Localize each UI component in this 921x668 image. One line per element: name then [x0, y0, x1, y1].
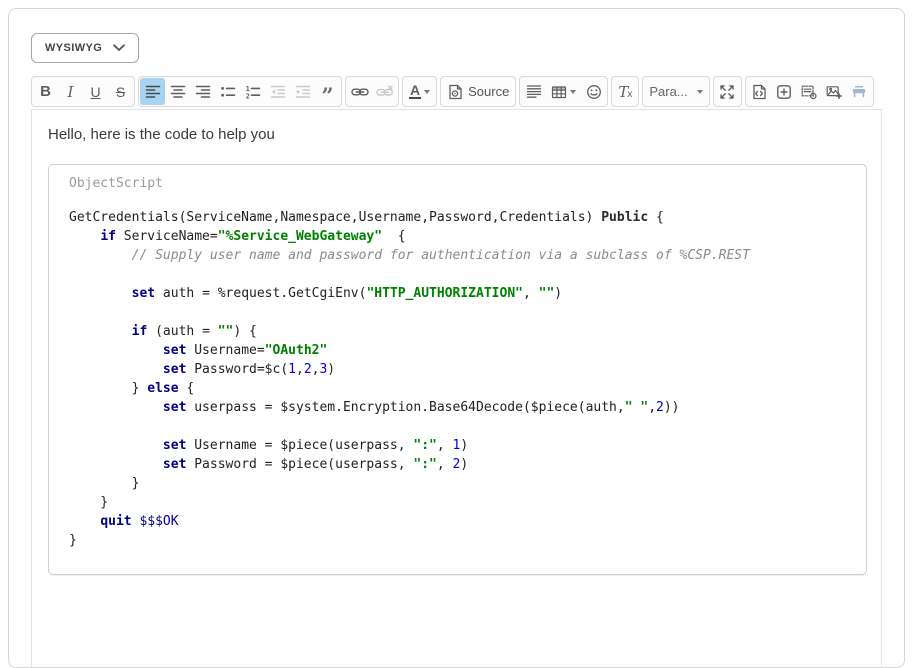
blockquote-icon: ”	[321, 91, 333, 101]
bold-button[interactable]: B	[33, 78, 58, 105]
code-line: set userpass = $system.Encryption.Base64…	[69, 398, 846, 417]
code-line: set Password=$c(1,2,3)	[69, 360, 846, 379]
code-line: set Username="OAuth2"	[69, 341, 846, 360]
strikethrough-button[interactable]: S	[108, 78, 133, 105]
table-caret-icon	[570, 90, 576, 94]
toolbar-group-insert	[519, 76, 608, 107]
align-right-button[interactable]	[190, 78, 215, 105]
insert-image-icon	[826, 84, 842, 100]
code-line	[69, 417, 846, 436]
toolbar-group-source: Source	[440, 76, 516, 107]
maximize-button[interactable]	[715, 78, 740, 105]
remove-format-x: x	[627, 89, 632, 100]
font-color-icon: A	[409, 84, 421, 99]
numbered-list-icon: 12	[245, 84, 261, 100]
mode-selector-label: WYSIWYG	[45, 42, 102, 54]
blockquote-button[interactable]: ”	[315, 78, 340, 105]
toolbar-group-format: Para...	[642, 76, 709, 107]
chevron-down-icon	[113, 44, 125, 52]
code-line: if ServiceName="%Service_WebGateway" {	[69, 227, 846, 246]
font-color-button[interactable]: A	[404, 78, 435, 105]
indent-icon	[295, 84, 311, 100]
strikethrough-icon: S	[116, 84, 125, 100]
greeting-text: Hello, here is the code to help you	[48, 126, 867, 143]
toolbar-group-widgets	[745, 76, 874, 107]
embed-widget-icon	[801, 84, 817, 100]
link-button[interactable]	[347, 78, 372, 105]
svg-text:2: 2	[245, 92, 249, 100]
bulleted-list-button[interactable]	[215, 78, 240, 105]
print-button[interactable]	[847, 78, 872, 105]
align-left-button[interactable]	[140, 78, 165, 105]
unlink-icon	[376, 85, 394, 98]
align-center-icon	[170, 84, 186, 100]
outdent-button[interactable]	[265, 78, 290, 105]
editor-card: WYSIWYG B I U S 12	[8, 8, 905, 668]
paragraph-format-caret-icon	[697, 90, 703, 94]
code-line: set Username = $piece(userpass, ":", 1)	[69, 436, 846, 455]
editor-toolbar: B I U S 12	[31, 76, 882, 107]
bold-icon: B	[40, 83, 51, 100]
code-line: quit $$$OK	[69, 512, 846, 531]
code-lines: GetCredentials(ServiceName,Namespace,Use…	[69, 208, 846, 550]
numbered-list-button[interactable]: 12	[240, 78, 265, 105]
insert-plus-icon	[776, 84, 792, 100]
align-right-icon	[195, 84, 211, 100]
editor-content-area[interactable]: Hello, here is the code to help you Obje…	[31, 109, 882, 668]
mode-selector-dropdown[interactable]: WYSIWYG	[31, 33, 139, 63]
emoji-button[interactable]	[581, 78, 606, 105]
code-line: GetCredentials(ServiceName,Namespace,Use…	[69, 208, 846, 227]
code-line: }	[69, 474, 846, 493]
source-button[interactable]: Source	[442, 78, 514, 105]
toolbar-group-cleanup: T x	[611, 76, 639, 107]
remove-format-button[interactable]: T x	[613, 78, 637, 105]
indent-button[interactable]	[290, 78, 315, 105]
code-line: set auth = %request.GetCgiEnv("HTTP_AUTH…	[69, 284, 846, 303]
bulleted-list-icon	[220, 84, 236, 100]
font-color-caret-icon	[424, 90, 430, 94]
code-line: // Supply user name and password for aut…	[69, 246, 846, 265]
source-button-label: Source	[468, 84, 509, 99]
code-line	[69, 265, 846, 284]
italic-icon: I	[68, 83, 74, 101]
toolbar-group-basicstyles: B I U S	[31, 76, 135, 107]
code-line	[69, 303, 846, 322]
code-snippet-icon	[751, 84, 767, 100]
unlink-button[interactable]	[372, 78, 397, 105]
align-left-icon	[145, 84, 161, 100]
table-button[interactable]	[546, 78, 581, 105]
link-icon	[351, 86, 369, 98]
code-snippet-button[interactable]	[747, 78, 772, 105]
code-line: }	[69, 493, 846, 512]
paragraph-format-label: Para...	[649, 84, 687, 99]
toolbar-group-maximize	[713, 76, 742, 107]
code-language-label: ObjectScript	[69, 176, 846, 191]
toolbar-group-paragraph: 12 ”	[138, 76, 342, 107]
code-line: } else {	[69, 379, 846, 398]
insert-plus-button[interactable]	[772, 78, 797, 105]
table-icon	[551, 84, 567, 100]
source-icon	[447, 84, 463, 100]
code-block: ObjectScript GetCredentials(ServiceName,…	[48, 164, 867, 575]
align-center-button[interactable]	[165, 78, 190, 105]
outdent-icon	[270, 84, 286, 100]
italic-button[interactable]: I	[58, 78, 83, 105]
underline-icon: U	[90, 84, 100, 100]
insert-image-button[interactable]	[822, 78, 847, 105]
toolbar-group-links	[345, 76, 399, 107]
code-line: }	[69, 531, 846, 550]
line-height-icon	[526, 84, 542, 100]
emoji-icon	[586, 84, 602, 100]
embed-widget-button[interactable]	[797, 78, 822, 105]
code-line: set Password = $piece(userpass, ":", 2)	[69, 455, 846, 474]
underline-button[interactable]: U	[83, 78, 108, 105]
code-line: if (auth = "") {	[69, 322, 846, 341]
paragraph-format-dropdown[interactable]: Para...	[644, 78, 707, 105]
line-height-button[interactable]	[521, 78, 546, 105]
toolbar-group-color: A	[402, 76, 437, 107]
maximize-icon	[719, 84, 735, 100]
print-icon	[851, 84, 867, 100]
